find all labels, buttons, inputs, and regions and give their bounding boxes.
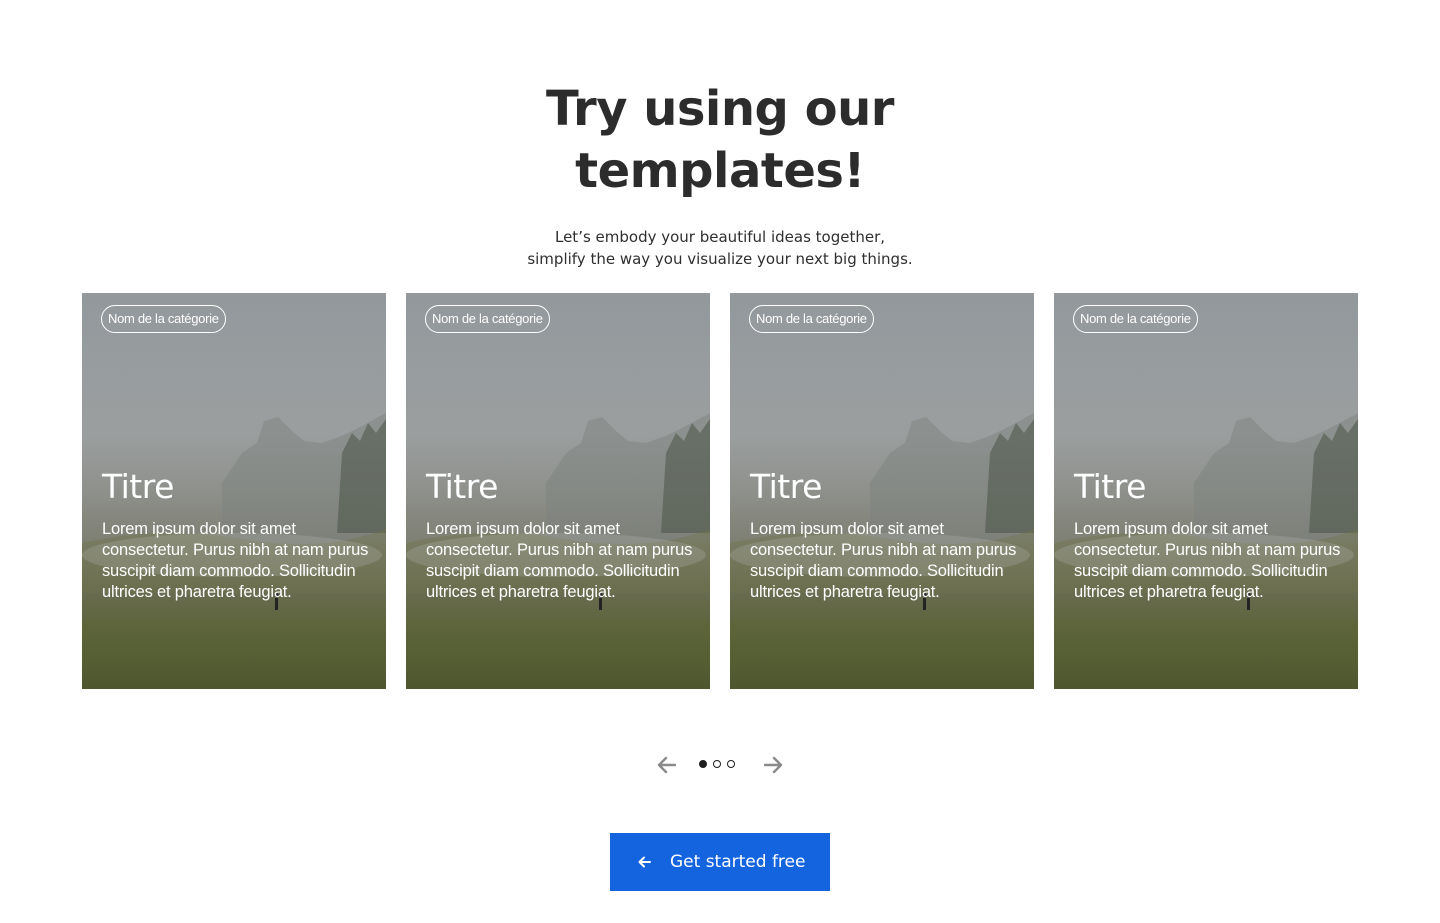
arrow-left-icon — [636, 853, 654, 871]
card-description: Lorem ipsum dolor sit amet consectetur. … — [102, 520, 369, 601]
card-description: Lorem ipsum dolor sit amet consectetur. … — [1074, 520, 1341, 601]
page-dot-1[interactable] — [699, 760, 707, 768]
card-title: Titre — [102, 467, 174, 506]
template-card[interactable]: Nom de la catégorie Titre Lorem ipsum do… — [406, 293, 710, 689]
card-title: Titre — [1074, 467, 1146, 506]
section-heading: Try using our templates! — [0, 78, 1440, 202]
category-badge: Nom de la catégorie — [101, 305, 226, 333]
category-badge: Nom de la catégorie — [749, 305, 874, 333]
heading-line-2: templates! — [575, 143, 865, 199]
card-description: Lorem ipsum dolor sit amet consectetur. … — [750, 520, 1017, 601]
template-card[interactable]: Nom de la catégorie Titre Lorem ipsum do… — [730, 293, 1034, 689]
card-title: Titre — [750, 467, 822, 506]
category-badge: Nom de la catégorie — [1073, 305, 1198, 333]
page-dot-3[interactable] — [727, 760, 735, 768]
carousel-pager — [0, 752, 1440, 778]
category-badge: Nom de la catégorie — [425, 305, 550, 333]
heading-line-1: Try using our — [546, 81, 894, 137]
section-subtitle: Let’s embody your beautiful ideas togeth… — [0, 226, 1440, 270]
subtitle-line-2: simplify the way you visualize your next… — [527, 250, 913, 268]
get-started-button[interactable]: Get started free — [610, 833, 830, 891]
arrow-left-icon[interactable] — [654, 752, 680, 778]
page-dot-2[interactable] — [713, 760, 721, 768]
template-card[interactable]: Nom de la catégorie Titre Lorem ipsum do… — [1054, 293, 1358, 689]
card-title: Titre — [426, 467, 498, 506]
arrow-right-icon[interactable] — [760, 752, 786, 778]
template-card[interactable]: Nom de la catégorie Titre Lorem ipsum do… — [82, 293, 386, 689]
get-started-label: Get started free — [670, 852, 806, 872]
template-card-carousel: Nom de la catégorie Titre Lorem ipsum do… — [82, 293, 1358, 689]
card-description: Lorem ipsum dolor sit amet consectetur. … — [426, 520, 693, 601]
subtitle-line-1: Let’s embody your beautiful ideas togeth… — [554, 228, 886, 246]
carousel-dots — [699, 760, 735, 770]
